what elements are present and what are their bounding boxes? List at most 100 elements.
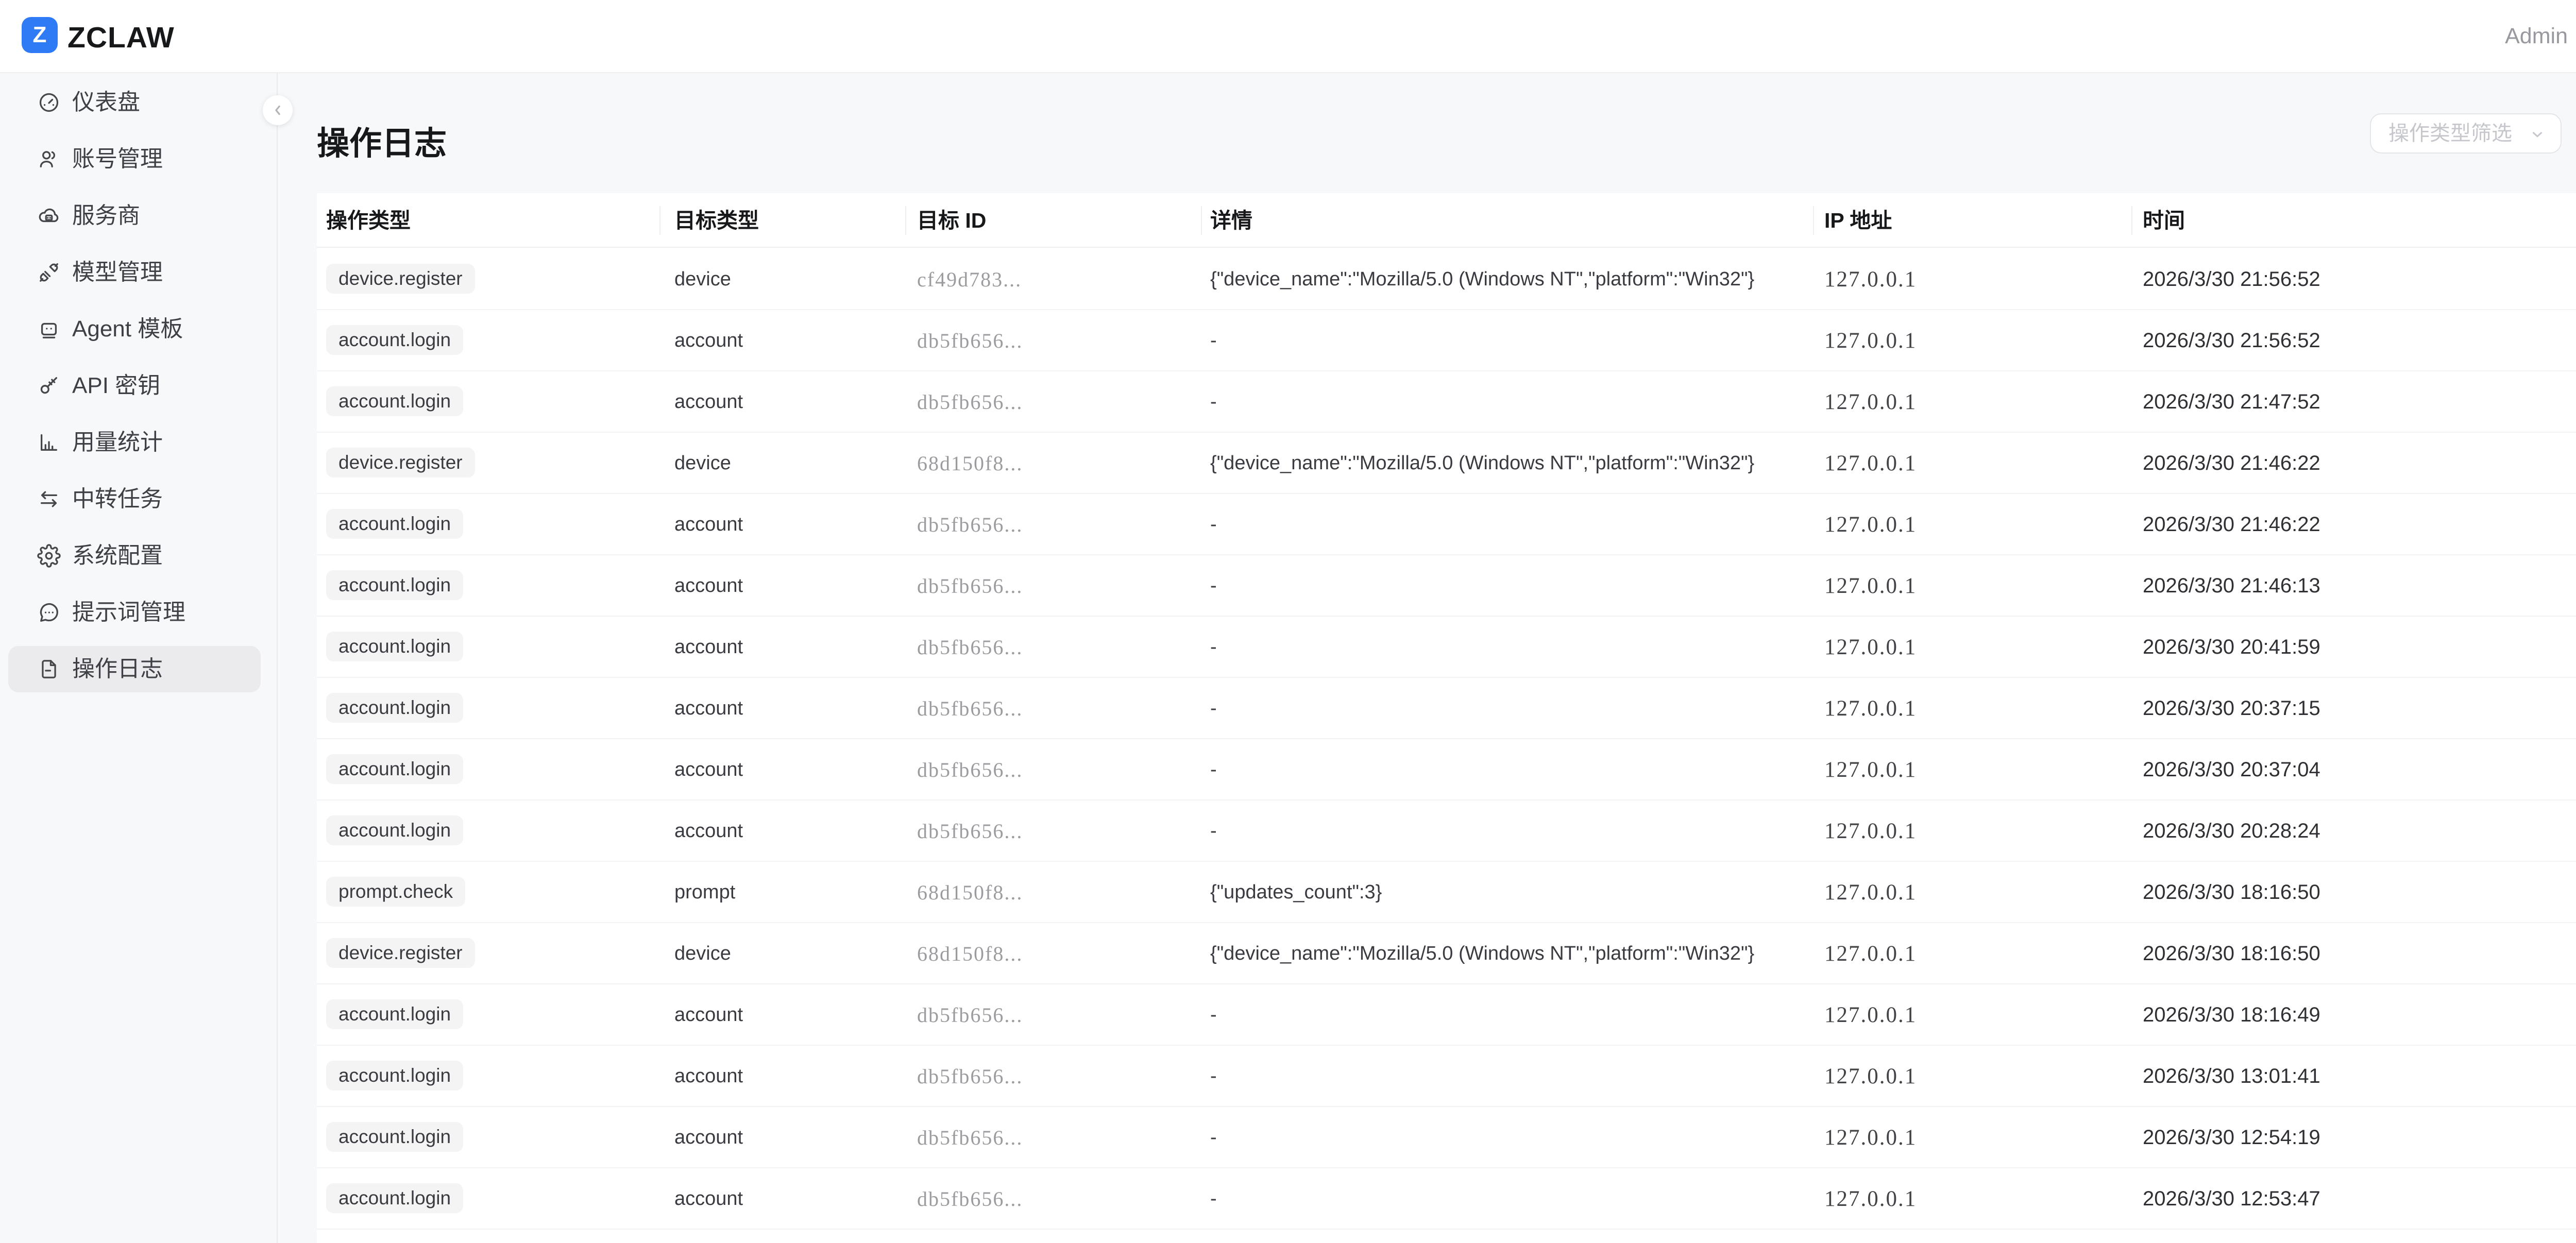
operation-type-badge: account.login <box>326 509 463 539</box>
time-cell: 2026/3/30 20:37:15 <box>2143 678 2320 739</box>
sidebar-item-label: 服务商 <box>72 193 140 239</box>
detail-cell: - <box>1210 310 1217 371</box>
sidebar-item-仪表盘[interactable]: 仪表盘 <box>8 79 261 126</box>
time-cell: 2026/3/30 12:54:19 <box>2143 1107 2320 1168</box>
sidebar-item-系统配置[interactable]: 系统配置 <box>8 533 261 579</box>
detail-cell: - <box>1210 494 1217 555</box>
operation-type-badge: prompt.check <box>326 877 465 907</box>
filter-placeholder: 操作类型筛选 <box>2388 114 2512 152</box>
table-row: account.loginaccountdb5fb656...-127.0.0.… <box>317 371 2576 433</box>
operation-type-badge: account.login <box>326 754 463 784</box>
target-type-cell: account <box>674 555 743 617</box>
ip-address-cell: 127.0.0.1 <box>1824 249 1917 310</box>
ip-address-cell: 127.0.0.1 <box>1824 801 1917 862</box>
column-header-2: 目标类型 <box>674 193 759 248</box>
sidebar-item-操作日志[interactable]: 操作日志 <box>8 646 261 692</box>
detail-cell: - <box>1210 371 1217 433</box>
operation-type-cell: device.register <box>326 249 475 310</box>
users-icon <box>37 147 61 171</box>
brand-name: ZCLAW <box>67 21 175 55</box>
target-id-cell: db5fb656... <box>917 984 1023 1046</box>
sidebar-item-label: 仪表盘 <box>72 79 140 126</box>
sidebar-item-label: API 密钥 <box>72 363 160 409</box>
operation-type-badge: device.register <box>326 264 475 294</box>
time-cell: 2026/3/30 21:46:22 <box>2143 494 2320 555</box>
target-type-cell: account <box>674 1168 743 1230</box>
table-row: account.loginaccountdb5fb656...-127.0.0.… <box>317 678 2576 739</box>
ip-address-cell: 127.0.0.1 <box>1824 494 1917 555</box>
bar-chart-icon <box>37 431 61 454</box>
target-id-cell: db5fb656... <box>917 739 1023 801</box>
ip-address-cell: 127.0.0.1 <box>1824 617 1917 678</box>
operation-type-badge: account.login <box>326 815 463 845</box>
sidebar-item-label: 中转任务 <box>72 476 163 522</box>
operation-type-badge: account.login <box>326 386 463 416</box>
operation-type-badge: account.login <box>326 325 463 355</box>
target-type-cell: device <box>674 249 731 310</box>
sidebar-nav: 仪表盘账号管理服务商模型管理 Agent 模板 API 密钥用量统计中转任务系统配置… <box>0 73 278 1243</box>
swap-arrows-icon <box>37 487 61 511</box>
target-id-cell: db5fb656... <box>917 1046 1023 1107</box>
time-cell: 2026/3/30 18:16:50 <box>2143 862 2320 923</box>
operation-type-badge: device.register <box>326 938 475 968</box>
sidebar-item-提示词管理[interactable]: 提示词管理 <box>8 589 261 636</box>
time-cell: 2026/3/30 20:28:24 <box>2143 801 2320 862</box>
ip-address-cell: 127.0.0.1 <box>1824 1168 1917 1230</box>
operation-type-badge: account.login <box>326 632 463 661</box>
sidebar-item-用量统计[interactable]: 用量统计 <box>8 419 261 466</box>
operation-log-table: 操作类型目标类型目标 ID详情IP 地址时间 device.registerde… <box>317 193 2576 1243</box>
table-row: account.loginaccountdb5fb656...-127.0.0.… <box>317 739 2576 801</box>
operation-type-cell: account.login <box>326 555 463 617</box>
table-row: account.loginaccountdb5fb656...-127.0.0.… <box>317 617 2576 678</box>
ip-address-cell: 127.0.0.1 <box>1824 310 1917 371</box>
target-id-cell: db5fb656... <box>917 494 1023 555</box>
operation-type-cell: account.login <box>326 1046 463 1107</box>
operation-type-filter-select[interactable]: 操作类型筛选 <box>2370 113 2562 154</box>
operation-type-cell: device.register <box>326 433 475 494</box>
column-divider <box>2131 206 2132 235</box>
detail-cell: - <box>1210 984 1217 1046</box>
sidebar-item-服务商[interactable]: 服务商 <box>8 193 261 239</box>
target-type-cell: account <box>674 984 743 1046</box>
table-row: device.registerdevice68d150f8...{"device… <box>317 433 2576 494</box>
sidebar-item-label: 账号管理 <box>72 136 163 182</box>
target-id-cell: db5fb656... <box>917 678 1023 739</box>
detail-cell: - <box>1210 1168 1217 1230</box>
detail-cell: - <box>1210 617 1217 678</box>
sidebar-item-模型管理[interactable]: 模型管理 <box>8 249 261 296</box>
operation-type-cell: account.login <box>326 494 463 555</box>
time-cell: 2026/3/30 12:53:47 <box>2143 1168 2320 1230</box>
ip-address-cell: 127.0.0.1 <box>1824 678 1917 739</box>
operation-type-badge: account.login <box>326 693 463 723</box>
sidebar-item-label: 操作日志 <box>72 646 163 692</box>
chevron-down-icon <box>2530 127 2545 142</box>
ip-address-cell: 127.0.0.1 <box>1824 1107 1917 1168</box>
target-id-cell: db5fb656... <box>917 371 1023 433</box>
sidebar-item-label: 模型管理 <box>72 249 163 296</box>
column-divider <box>905 206 906 235</box>
target-type-cell: account <box>674 1046 743 1107</box>
sidebar-collapse-button[interactable] <box>263 95 293 125</box>
file-text-icon <box>37 657 61 681</box>
table-row: account.loginaccountdb5fb656...-127.0.0.… <box>317 1168 2576 1230</box>
table-row: account.loginaccountdb5fb656...-127.0.0.… <box>317 801 2576 862</box>
sidebar-item-中转任务[interactable]: 中转任务 <box>8 476 261 522</box>
table-row: device.registerdevicecf49d783...{"device… <box>317 249 2576 310</box>
page-title: 操作日志 <box>317 117 447 164</box>
sidebar-item-Agent-模板[interactable]: Agent 模板 <box>8 306 261 352</box>
sidebar-item-API-密钥[interactable]: API 密钥 <box>8 363 261 409</box>
ip-address-cell: 127.0.0.1 <box>1824 433 1917 494</box>
column-header-1: 操作类型 <box>326 193 411 248</box>
target-id-cell: 68d150f8... <box>917 433 1023 494</box>
key-icon <box>37 374 61 398</box>
target-id-cell: db5fb656... <box>917 310 1023 371</box>
detail-cell: - <box>1210 739 1217 801</box>
bot-icon <box>37 317 61 341</box>
operation-type-badge: account.login <box>326 1122 463 1152</box>
sidebar-item-账号管理[interactable]: 账号管理 <box>8 136 261 182</box>
time-cell: 2026/3/30 21:46:13 <box>2143 555 2320 617</box>
target-type-cell: account <box>674 678 743 739</box>
admin-user-menu[interactable]: Admin <box>2505 24 2568 49</box>
table-row: account.loginaccountdb5fb656...-127.0.0.… <box>317 984 2576 1046</box>
target-id-cell: 68d150f8... <box>917 923 1023 984</box>
